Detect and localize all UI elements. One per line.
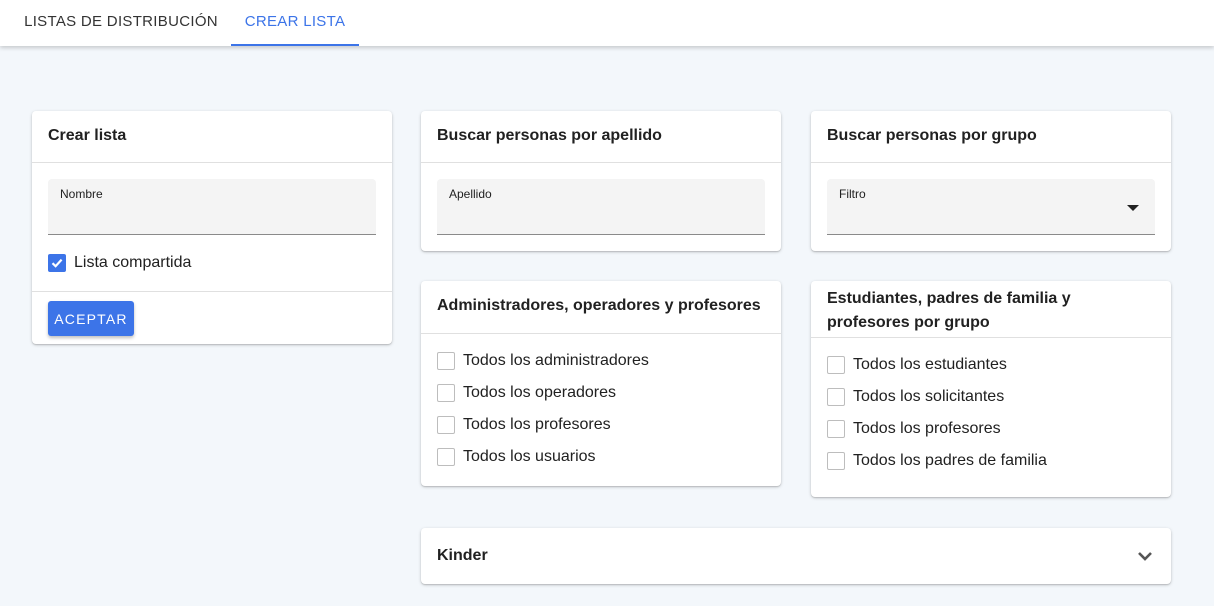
checkbox-all-parents[interactable]: Todos los padres de familia xyxy=(827,449,1047,473)
create-list-title: Crear lista xyxy=(48,127,127,144)
checkbox-unchecked-icon[interactable] xyxy=(827,388,845,406)
search-by-surname-title: Buscar personas por apellido xyxy=(437,127,662,144)
divider xyxy=(421,162,781,163)
checkbox-unchecked-icon[interactable] xyxy=(437,352,455,370)
shared-list-checkbox[interactable]: Lista compartida xyxy=(48,251,191,275)
tab-create-list[interactable]: CREAR LISTA xyxy=(231,0,359,46)
checkbox-all-applicants[interactable]: Todos los solicitantes xyxy=(827,385,1004,409)
divider xyxy=(421,333,781,334)
search-by-surname-card: Buscar personas por apellido Apellido xyxy=(421,111,781,251)
checkbox-unchecked-icon[interactable] xyxy=(827,356,845,374)
name-field[interactable]: Nombre xyxy=(48,179,376,235)
admins-operators-teachers-card: Administradores, operadores y profesores… xyxy=(421,281,781,486)
divider xyxy=(811,337,1171,338)
checkbox-label: Todos los operadores xyxy=(463,384,616,401)
surname-input[interactable] xyxy=(449,206,753,228)
checkbox-checked-icon[interactable] xyxy=(48,254,66,272)
students-parents-teachers-card: Estudiantes, padres de familia y profeso… xyxy=(811,281,1171,497)
checkbox-all-teachers[interactable]: Todos los profesores xyxy=(437,413,611,437)
kinder-title: Kinder xyxy=(437,547,488,564)
checkbox-label: Todos los solicitantes xyxy=(853,388,1005,405)
students-card-title: Estudiantes, padres de familia y profeso… xyxy=(827,290,1071,331)
filter-select-label: Filtro xyxy=(839,187,866,201)
checkbox-label: Todos los administradores xyxy=(463,352,649,369)
chevron-down-icon[interactable] xyxy=(1137,549,1153,567)
kinder-expansion-panel[interactable]: Kinder xyxy=(421,528,1171,584)
dropdown-arrow-icon[interactable] xyxy=(1127,205,1139,211)
create-list-card: Crear lista Nombre Lista compartida ACEP… xyxy=(32,111,392,344)
surname-field-label: Apellido xyxy=(449,187,492,201)
name-input[interactable] xyxy=(60,206,364,228)
shared-list-label: Lista compartida xyxy=(74,254,192,271)
search-by-group-title: Buscar personas por grupo xyxy=(827,127,1037,144)
checkbox-label: Todos los usuarios xyxy=(463,448,596,465)
checkbox-all-operators[interactable]: Todos los operadores xyxy=(437,381,616,405)
filter-select[interactable]: Filtro xyxy=(827,179,1155,235)
divider xyxy=(32,162,392,163)
checkbox-unchecked-icon[interactable] xyxy=(437,416,455,434)
tab-distribution-lists[interactable]: LISTAS DE DISTRIBUCIÓN xyxy=(12,0,230,46)
checkbox-label: Todos los profesores xyxy=(463,416,611,433)
name-field-label: Nombre xyxy=(60,187,103,201)
checkbox-all-admins[interactable]: Todos los administradores xyxy=(437,349,649,373)
checkbox-label: Todos los profesores xyxy=(853,420,1001,437)
search-by-group-card: Buscar personas por grupo Filtro xyxy=(811,111,1171,251)
surname-field[interactable]: Apellido xyxy=(437,179,765,235)
checkbox-label: Todos los padres de familia xyxy=(853,452,1047,469)
checkbox-all-users[interactable]: Todos los usuarios xyxy=(437,445,596,469)
checkbox-unchecked-icon[interactable] xyxy=(827,420,845,438)
checkbox-unchecked-icon[interactable] xyxy=(827,452,845,470)
admins-card-title: Administradores, operadores y profesores xyxy=(437,297,761,314)
checkbox-label: Todos los estudiantes xyxy=(853,356,1007,373)
accept-button[interactable]: ACEPTAR xyxy=(48,301,134,336)
checkbox-all-students[interactable]: Todos los estudiantes xyxy=(827,353,1007,377)
divider xyxy=(32,291,392,292)
checkbox-all-teachers-group[interactable]: Todos los profesores xyxy=(827,417,1001,441)
checkbox-unchecked-icon[interactable] xyxy=(437,384,455,402)
checkbox-unchecked-icon[interactable] xyxy=(437,448,455,466)
divider xyxy=(811,162,1171,163)
tab-bar: LISTAS DE DISTRIBUCIÓN CREAR LISTA xyxy=(0,0,1214,46)
